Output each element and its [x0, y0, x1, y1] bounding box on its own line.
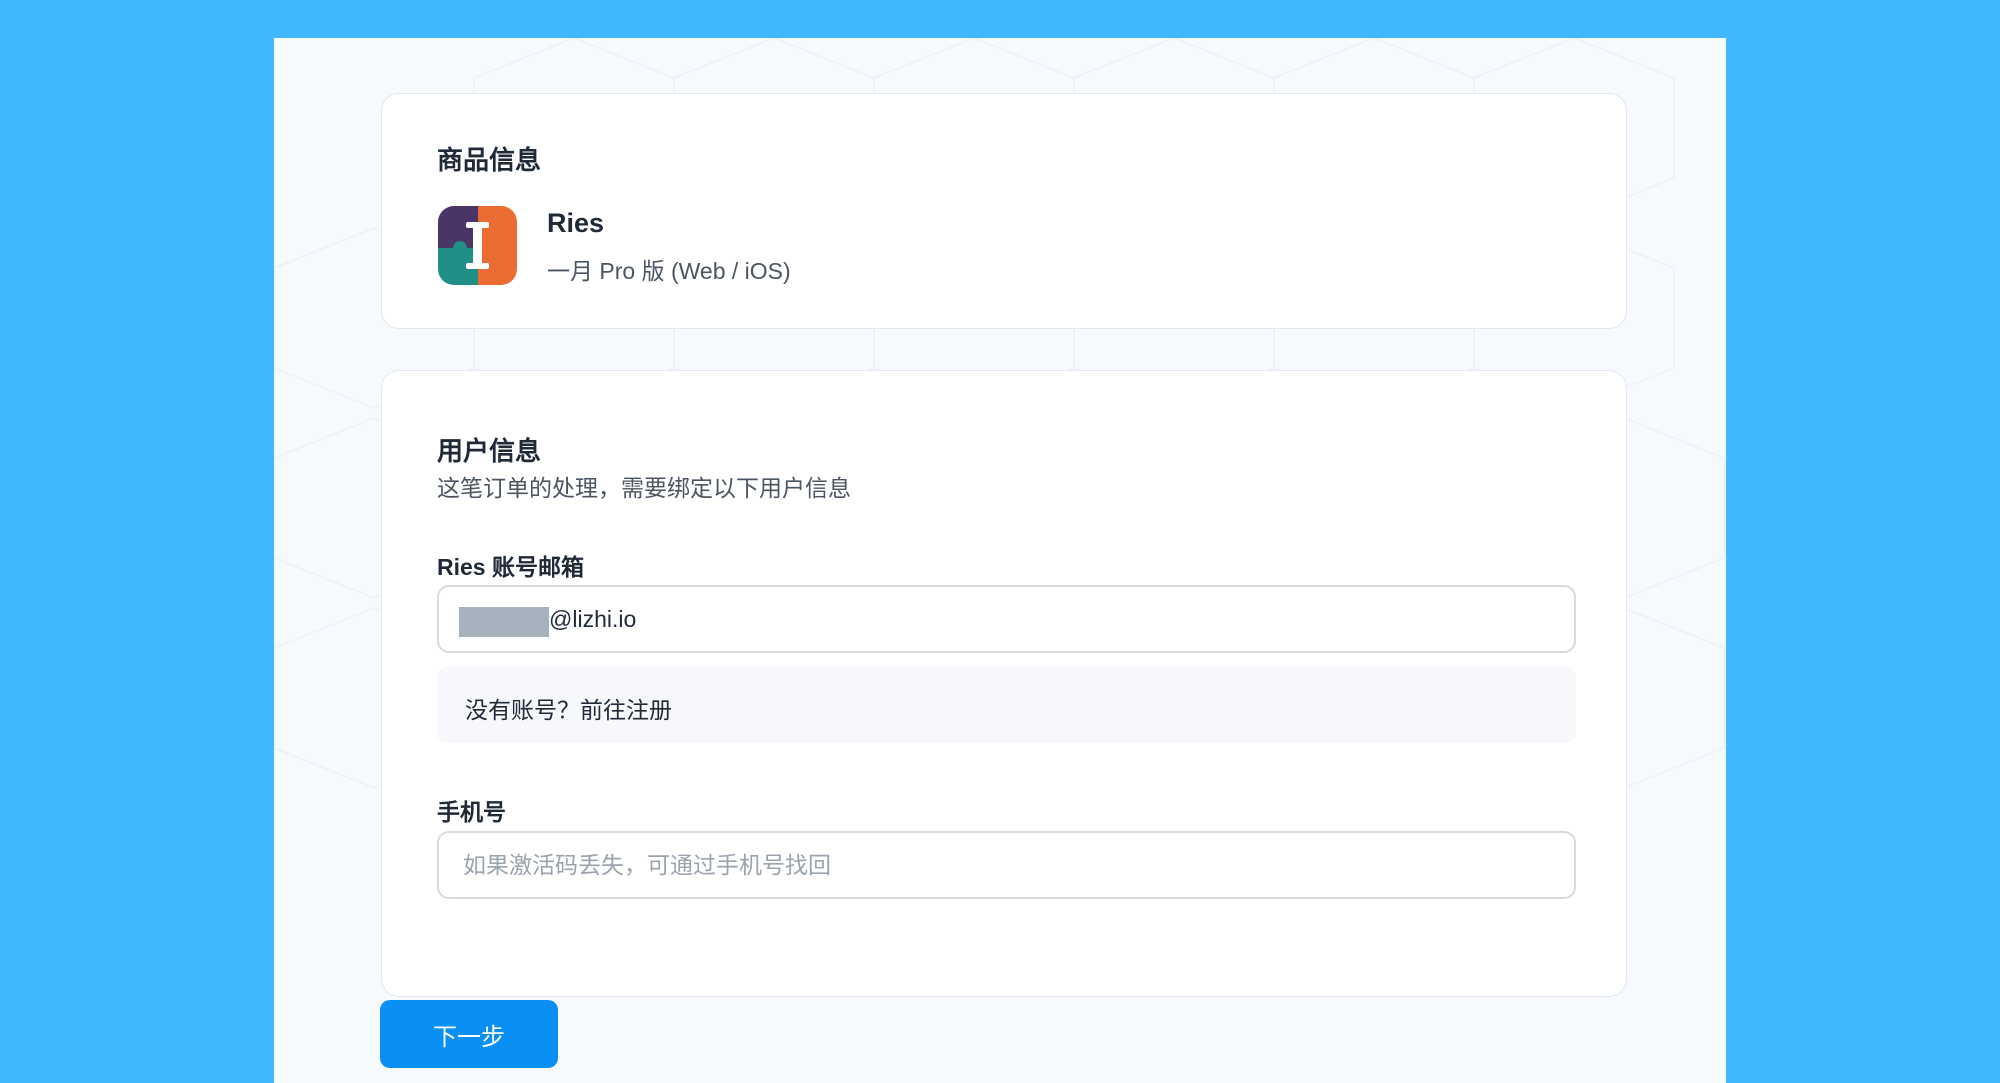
ries-app-icon [438, 206, 517, 285]
email-field[interactable] [437, 585, 1576, 653]
email-field-label: Ries 账号邮箱 [437, 554, 584, 580]
phone-field[interactable] [437, 831, 1576, 899]
product-info-card: 商品信息 Ries 一月 Pro 版 (Web / iOS) [381, 93, 1627, 329]
next-step-button[interactable]: 下一步 [380, 1000, 558, 1068]
register-link[interactable]: 前往注册 [580, 697, 672, 723]
register-hint-prefix: 没有账号？ [465, 697, 580, 723]
user-info-card: 用户信息 这笔订单的处理，需要绑定以下用户信息 Ries 账号邮箱 没有账号？前… [381, 370, 1627, 997]
user-section-subtitle: 这笔订单的处理，需要绑定以下用户信息 [437, 475, 851, 501]
main-panel: 商品信息 Ries 一月 Pro 版 (Web / iOS) 用户信息 这笔订单… [274, 38, 1726, 1083]
user-section-title: 用户信息 [437, 436, 542, 466]
phone-field-label: 手机号 [437, 799, 506, 825]
register-hint: 没有账号？前往注册 [465, 691, 672, 725]
product-plan-description: 一月 Pro 版 (Web / iOS) [547, 258, 791, 284]
product-name: Ries [547, 208, 605, 238]
redacted-email-username [459, 607, 549, 637]
register-hint-box: 没有账号？前往注册 [437, 667, 1576, 743]
product-section-title: 商品信息 [437, 145, 542, 175]
